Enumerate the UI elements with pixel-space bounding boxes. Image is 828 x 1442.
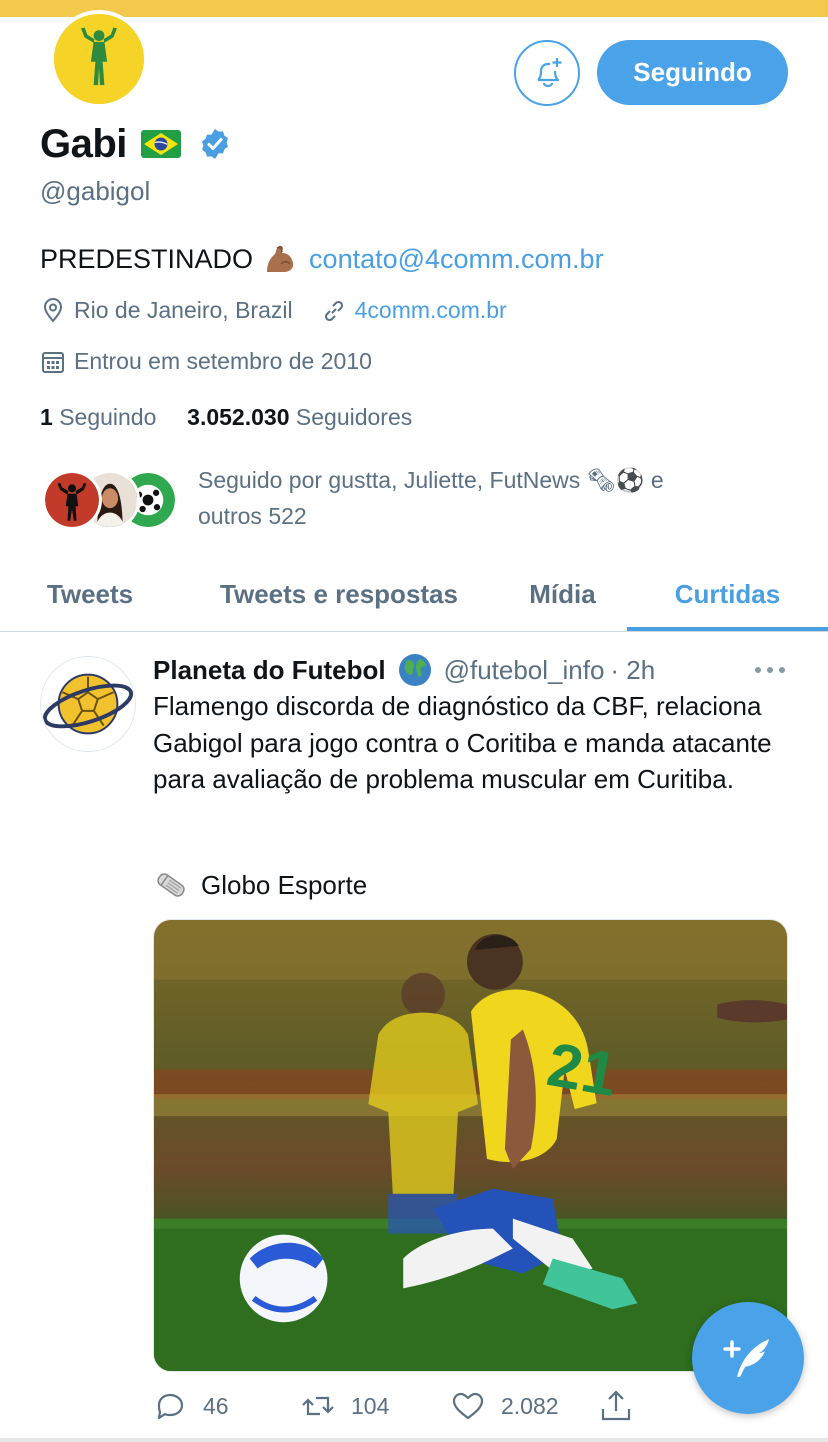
tweet-time[interactable]: · 2h [610,655,655,686]
more-options-icon[interactable] [752,658,788,682]
compose-feather-icon [723,1339,769,1377]
follow-counts: 1 Seguindo 3.052.030 Seguidores [40,404,412,431]
svg-text:21: 21 [542,1030,622,1110]
bell-plus-icon [537,58,562,88]
active-tab-indicator [627,627,828,631]
profile-avatar[interactable] [50,10,148,108]
follower-avatar-gustta [42,470,102,530]
tweet-text: Flamengo discorda de diagnóstico da CBF,… [153,691,772,794]
followed-by-text[interactable]: Seguido por gustta, Juliette, FutNews 🗞⚽… [198,462,758,534]
profile-tabs: Tweets Tweets e respostas Mídia Curtidas [0,556,828,632]
bottom-edge [0,1438,828,1442]
share-action[interactable] [599,1384,649,1428]
followed-by-avatars[interactable] [42,470,178,530]
joined-row: Entrou em setembro de 2010 [40,348,372,375]
profile-website-link[interactable]: 4comm.com.br [355,297,507,324]
tab-tweets[interactable]: Tweets [0,556,180,632]
tweet-author-handle[interactable]: @futebol_info [444,655,605,686]
compose-tweet-button[interactable] [692,1302,804,1414]
like-action[interactable]: 2.082 [451,1384,559,1428]
location-pin-icon [43,297,63,323]
tweet-photo[interactable]: 21 [153,919,788,1372]
profile-location: Rio de Janeiro, Brazil [74,297,293,323]
following-count: 1 [40,404,53,430]
reply-icon [157,1393,184,1420]
location-website-row: Rio de Janeiro, Brazil 4comm.com.br [40,297,507,324]
heart-icon [452,1392,484,1420]
tweet-actions: 46 104 2.082 [153,1384,793,1428]
share-icon [601,1390,631,1421]
tweet-source: Globo Esporte [153,868,367,902]
retweet-action[interactable]: 104 [301,1384,389,1428]
following-count-link[interactable]: 1 Seguindo [40,404,156,430]
link-icon [324,300,343,321]
profile-bio: PREDESTINADO contato@4comm.com.br [40,242,604,276]
tweet-source-text: Globo Esporte [201,869,368,900]
like-count: 2.082 [501,1392,559,1419]
tweet-author-name[interactable]: Planeta do Futebol [153,655,386,686]
profile-handle: @gabigol [40,176,151,206]
reply-action[interactable]: 46 [153,1384,229,1428]
retweet-count: 104 [351,1392,390,1419]
following-label: Seguindo [59,404,157,430]
profile-banner[interactable] [0,0,828,17]
name-row: Gabi [40,120,231,168]
tab-likes[interactable]: Curtidas [627,556,828,632]
tab-tweets-and-replies[interactable]: Tweets e respostas [180,556,498,632]
reply-count: 46 [203,1392,229,1419]
flexed-biceps-icon [267,245,294,272]
tweet-author-avatar[interactable] [40,656,136,752]
display-name: Gabi [40,121,127,166]
following-button[interactable]: Seguindo [597,40,788,105]
followers-label: Seguidores [295,404,413,430]
tab-media[interactable]: Mídia [498,556,627,632]
globe-icon [398,654,431,686]
followers-count-link[interactable]: 3.052.030 Seguidores [187,404,412,430]
calendar-icon [42,351,64,373]
notify-bell-button[interactable] [514,40,580,106]
followed-by-line1: Seguido por gustta, Juliette, FutNews 🗞⚽… [198,467,664,493]
tweet-header: Planeta do Futebol @futebol_info · 2h [153,652,655,688]
bio-text: PREDESTINADO [40,243,254,274]
retweet-icon [302,1396,334,1416]
verified-badge-icon [201,129,228,159]
bio-email-link[interactable]: contato@4comm.com.br [309,244,604,275]
followers-count: 3.052.030 [187,404,290,430]
followed-by-line2: outros 522 [198,503,307,529]
football-player-photo: 21 [154,920,787,1371]
brazil-flag-icon [140,130,181,158]
rolled-newspaper-icon [157,873,185,897]
profile-joined-date: Entrou em setembro de 2010 [74,348,372,374]
